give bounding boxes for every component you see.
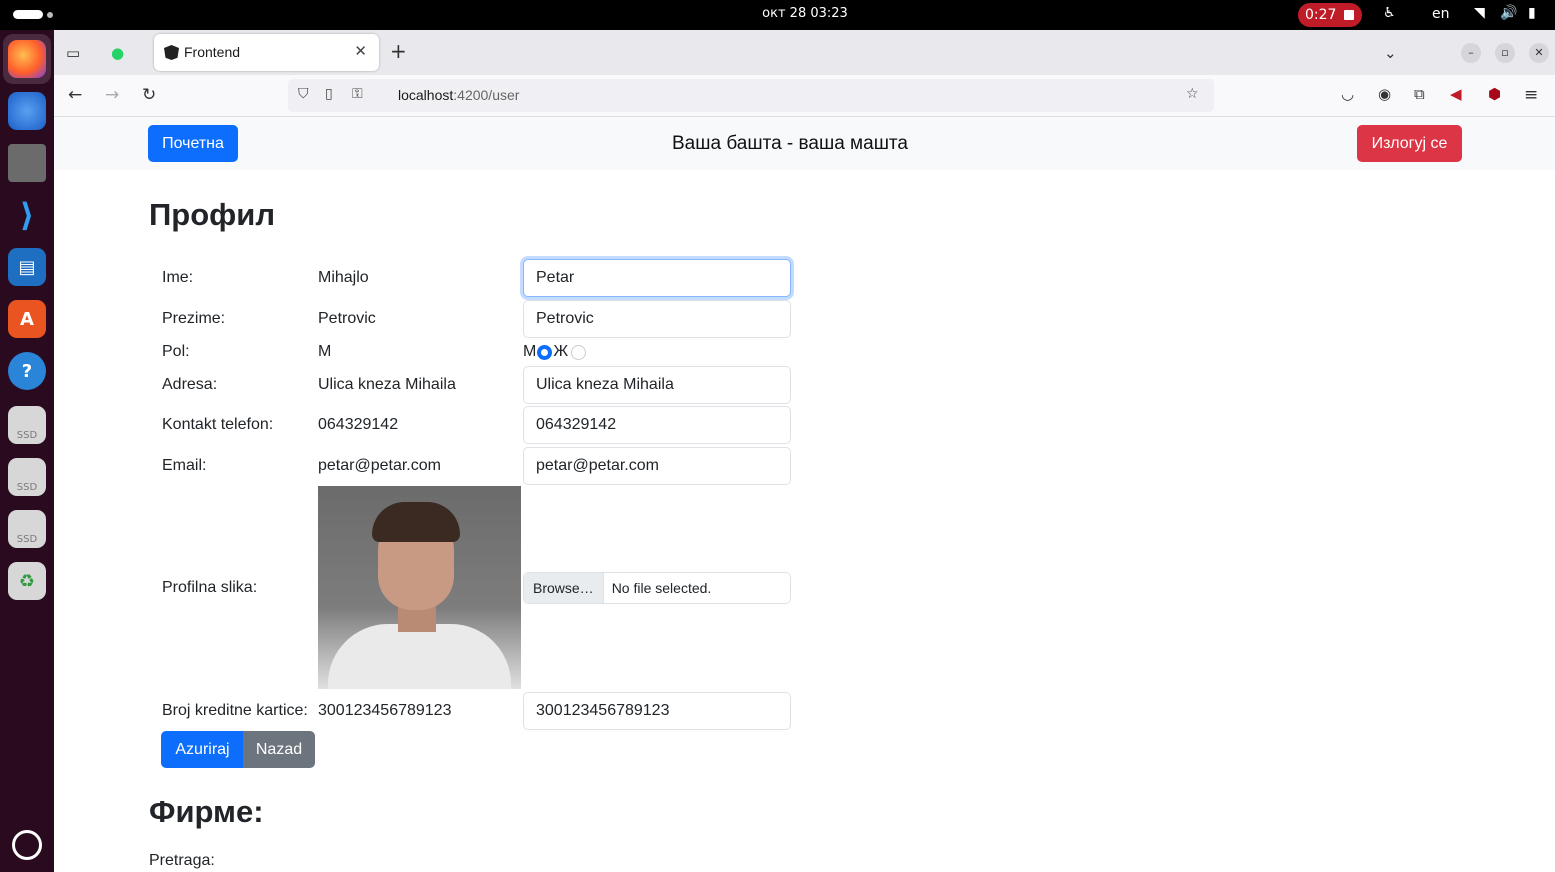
address-bar[interactable]: ⛉ ▯ ⚿ localhost:4200/user ☆ (288, 79, 1214, 112)
first-name-input[interactable] (523, 259, 791, 297)
forward-icon[interactable]: → (105, 85, 119, 105)
gender-radio-m[interactable] (537, 344, 553, 360)
phone-input[interactable] (523, 406, 791, 444)
gender-option-f-label: Ж (553, 343, 569, 360)
thunderbird-icon[interactable] (8, 92, 46, 130)
page-content: Почетна Ваша башта - ваша машта Излогуј … (54, 117, 1555, 872)
accessibility-icon[interactable]: ♿ (1383, 5, 1396, 21)
maximize-icon[interactable]: ▫ (1495, 43, 1515, 63)
card-input[interactable] (523, 692, 791, 730)
minimize-icon[interactable]: – (1461, 43, 1481, 63)
ssd-drive-icon[interactable]: SSD (8, 406, 46, 444)
extensions-icon[interactable]: ⧉ (1414, 85, 1425, 103)
photo-shirt (328, 624, 511, 689)
site-title: Ваша башта - ваша машта (672, 133, 908, 154)
stop-icon (1344, 10, 1354, 20)
address-input[interactable] (523, 366, 791, 404)
firms-heading: Фирме: (149, 794, 264, 829)
back-button[interactable]: Nazad (243, 731, 315, 768)
first-name-value: Mihajlo (318, 269, 369, 286)
search-label: Pretraga: (149, 852, 215, 869)
logout-button[interactable]: Излогуј се (1357, 125, 1462, 162)
wifi-icon[interactable]: ◥ (1474, 5, 1485, 21)
trash-icon[interactable]: ♻ (8, 562, 46, 600)
volume-icon[interactable]: 🔊 (1500, 5, 1517, 21)
first-name-label: Ime: (162, 269, 194, 286)
url-host: localhost (398, 87, 454, 103)
bookmark-star-icon[interactable]: ☆ (1186, 86, 1199, 102)
gender-radio-group: M Ж (523, 343, 587, 361)
file-status: No file selected. (611, 580, 712, 596)
profile-photo-label: Profilna slika: (162, 579, 258, 596)
phone-value: 064329142 (318, 416, 399, 433)
tab-title: Frontend (184, 44, 241, 60)
ublock-icon[interactable]: ⬢ (1488, 85, 1501, 103)
angular-favicon-icon (164, 45, 179, 60)
url-path: :4200/user (453, 87, 520, 103)
card-label: Broj kreditne kartice: (162, 702, 308, 719)
phone-label: Kontakt telefon: (162, 416, 274, 433)
address-value: Ulica kneza Mihaila (318, 376, 456, 393)
gender-value: M (318, 343, 332, 360)
extension-megaphone-icon[interactable]: ◀ (1450, 85, 1462, 103)
back-icon[interactable]: ← (68, 85, 82, 105)
vscode-icon[interactable]: ⟩ (8, 196, 46, 234)
profile-heading: Профил (149, 197, 276, 232)
ssd-drive-icon[interactable]: SSD (8, 458, 46, 496)
app-center-icon[interactable]: A (8, 300, 46, 338)
firefox-icon[interactable] (8, 40, 46, 78)
application-dock: ⟩ ▤ A ? SSD SSD SSD ♻ (0, 30, 54, 872)
browse-button[interactable]: Browse… (524, 573, 604, 603)
files-icon[interactable] (8, 144, 46, 182)
permissions-icon[interactable]: ⚿ (352, 86, 363, 102)
browser-tab-bar: ▭ ● Frontend ✕ + ⌄ – ▫ ✕ (54, 30, 1555, 75)
reload-icon[interactable]: ↻ (142, 85, 156, 105)
email-input[interactable] (523, 447, 791, 485)
pocket-icon[interactable]: ◡ (1341, 85, 1354, 103)
show-apps-icon[interactable] (12, 830, 42, 860)
file-input[interactable]: Browse… No file selected. (523, 572, 791, 604)
help-icon[interactable]: ? (8, 352, 46, 390)
account-icon[interactable]: ◉ (1378, 85, 1391, 103)
writer-icon[interactable]: ▤ (8, 248, 46, 286)
update-button[interactable]: Azuriraj (161, 731, 244, 768)
battery-icon[interactable]: ▮ (1528, 5, 1536, 21)
list-tabs-chevron-icon[interactable]: ⌄ (1384, 44, 1397, 62)
tab-overview-icon[interactable]: ▭ (66, 44, 80, 62)
last-name-input[interactable] (523, 300, 791, 338)
system-top-bar: окт 28 03:23 0:27 ♿ en ◥ 🔊 ▮ (0, 0, 1555, 30)
whatsapp-pinned-tab-icon[interactable]: ● (111, 44, 124, 62)
recording-time: 0:27 (1305, 7, 1337, 23)
menu-icon[interactable]: ≡ (1524, 85, 1538, 105)
photo-hair (372, 502, 460, 542)
url-text[interactable]: localhost:4200/user (398, 87, 519, 103)
browser-nav-bar: ← → ↻ ⛉ ▯ ⚿ localhost:4200/user ☆ ◡ ◉ ⧉ … (54, 75, 1555, 117)
ssd-drive-icon[interactable]: SSD (8, 510, 46, 548)
email-value: petar@petar.com (318, 457, 441, 474)
address-label: Adresa: (162, 376, 218, 393)
close-window-icon[interactable]: ✕ (1529, 43, 1549, 63)
card-value: 300123456789123 (318, 702, 452, 719)
keyboard-language[interactable]: en (1432, 6, 1450, 22)
tab-frontend[interactable]: Frontend ✕ (154, 34, 379, 71)
last-name-value: Petrovic (318, 310, 376, 327)
screen-recording-indicator[interactable]: 0:27 (1298, 3, 1362, 27)
new-tab-icon[interactable]: + (390, 39, 407, 63)
last-name-label: Prezime: (162, 310, 226, 327)
site-header: Почетна Ваша башта - ваша машта Излогуј … (54, 117, 1555, 170)
gender-label: Pol: (162, 343, 190, 360)
email-label: Email: (162, 457, 207, 474)
page-icon[interactable]: ▯ (325, 86, 333, 102)
close-tab-icon[interactable]: ✕ (354, 42, 367, 60)
profile-photo (318, 486, 521, 689)
gender-option-m-label: M (523, 343, 537, 360)
gender-radio-f[interactable] (571, 344, 587, 360)
shield-icon[interactable]: ⛉ (298, 86, 309, 102)
